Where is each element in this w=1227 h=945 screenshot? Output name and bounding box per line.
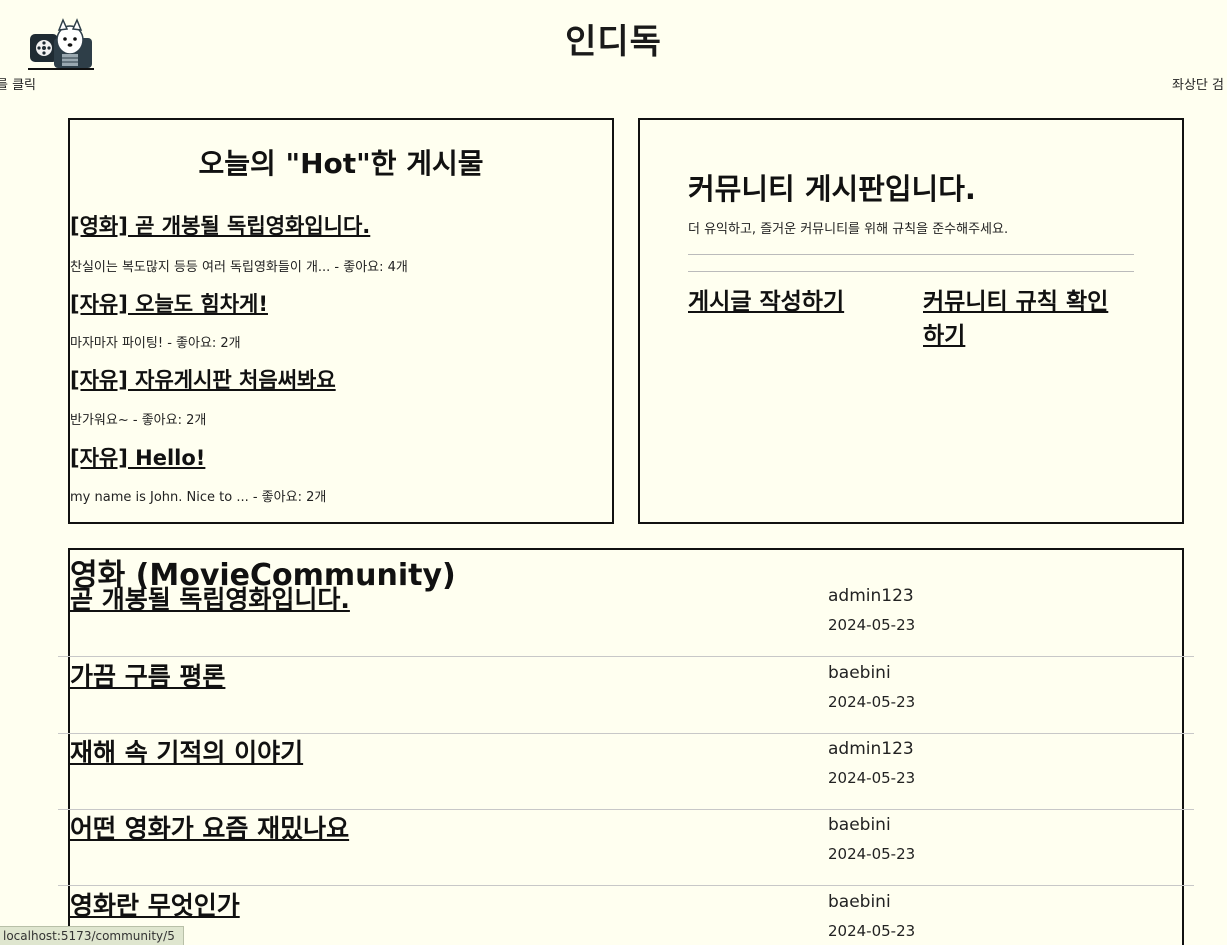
divider: [688, 271, 1134, 272]
post-author: baebini: [828, 892, 891, 912]
hot-post-link[interactable]: [자유] 오늘도 힘차게!: [70, 288, 268, 318]
page: 인디독 를 클릭 좌상단 검 오늘의 "Hot"한 게시물 [영화] 곧 개봉될…: [0, 0, 1227, 945]
post-date: 2024-05-23: [828, 616, 916, 634]
movie-community-panel: 영화 (MovieCommunity) 곧 개봉될 독립영화입니다. admin…: [58, 548, 1194, 945]
post-row: 가끔 구름 평론 baebini 2024-05-23: [58, 657, 1194, 734]
post-title-link[interactable]: 재해 속 기적의 이야기: [70, 733, 303, 769]
hot-post-summary: 반가워요~ - 좋아요: 2개: [70, 413, 207, 428]
divider: [688, 254, 1134, 255]
marquee-text-left: 를 클릭: [0, 78, 37, 93]
post-author: admin123: [828, 739, 914, 759]
community-rules-link-line2: 하기: [923, 323, 966, 349]
write-post-link[interactable]: 게시글 작성하기: [688, 285, 844, 319]
post-author: baebini: [828, 815, 891, 835]
post-row: 어떤 영화가 요즘 재밌나요 baebini 2024-05-23: [58, 809, 1194, 886]
site-title: 인디독: [565, 22, 662, 62]
post-date: 2024-05-23: [828, 922, 916, 940]
post-row: 영화란 무엇인가 baebini 2024-05-23: [58, 886, 1194, 945]
community-heading: 커뮤니티 게시판입니다.: [688, 172, 976, 206]
post-author: baebini: [828, 663, 891, 683]
hot-post-link[interactable]: [자유] 자유게시판 처음써봐요: [70, 364, 336, 394]
hot-post-link[interactable]: [자유] Hello!: [70, 442, 205, 472]
post-date: 2024-05-23: [828, 845, 916, 863]
post-title-link[interactable]: 어떤 영화가 요즘 재밌나요: [70, 809, 349, 845]
post-row: 곧 개봉될 독립영화입니다. admin123 2024-05-23: [58, 580, 1194, 657]
hot-post-summary: 찬실이는 복도많지 등등 여러 독립영화들이 개... - 좋아요: 4개: [70, 260, 408, 275]
browser-status-url: localhost:5173/community/5: [0, 926, 184, 945]
community-info-panel: 커뮤니티 게시판입니다. 더 유익하고, 즐거운 커뮤니티를 위해 규칙을 준수…: [638, 118, 1184, 524]
community-rules-link-line1: 커뮤니티 규칙 확인: [923, 289, 1109, 315]
hot-post-summary: my name is John. Nice to ... - 좋아요: 2개: [70, 490, 327, 505]
hot-posts-panel: 오늘의 "Hot"한 게시물 [영화] 곧 개봉될 독립영화입니다. 찬실이는 …: [68, 118, 614, 524]
hot-post-link[interactable]: [영화] 곧 개봉될 독립영화입니다.: [70, 210, 370, 240]
post-title-link[interactable]: 영화란 무엇인가: [70, 886, 240, 922]
community-subtitle: 더 유익하고, 즐거운 커뮤니티를 위해 규칙을 준수해주세요.: [688, 222, 1009, 237]
marquee-text-right: 좌상단 검: [1172, 78, 1224, 93]
post-title-link[interactable]: 가끔 구름 평론: [70, 657, 225, 693]
hot-post-summary: 마자마자 파이팅! - 좋아요: 2개: [70, 336, 241, 351]
post-title-link[interactable]: 곧 개봉될 독립영화입니다.: [70, 580, 350, 616]
post-date: 2024-05-23: [828, 769, 916, 787]
post-row: 재해 속 기적의 이야기 admin123 2024-05-23: [58, 733, 1194, 810]
hot-posts-title: 오늘의 "Hot"한 게시물: [198, 147, 484, 180]
post-author: admin123: [828, 586, 914, 606]
post-date: 2024-05-23: [828, 693, 916, 711]
community-rules-link[interactable]: 커뮤니티 규칙 확인 하기: [923, 285, 1153, 353]
